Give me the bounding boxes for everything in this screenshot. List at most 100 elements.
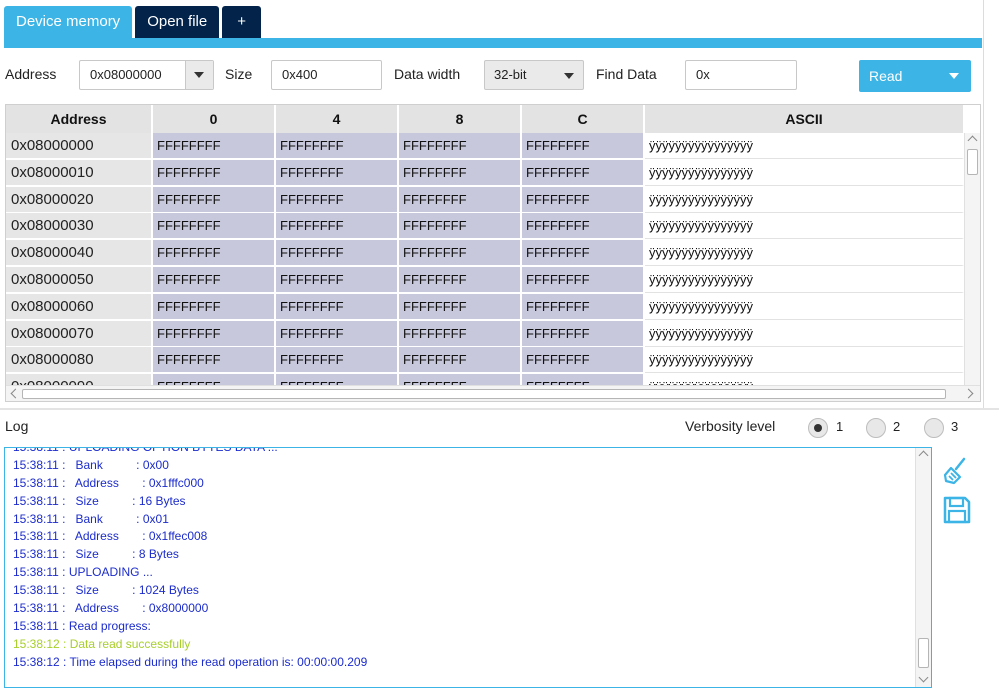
memory-cell[interactable]: FFFFFFFF	[153, 374, 276, 385]
verbosity-radio-2[interactable]	[866, 418, 886, 438]
memory-cell[interactable]: FFFFFFFF	[399, 159, 522, 186]
scroll-up-icon[interactable]	[918, 450, 929, 461]
memory-table-body: 0x08000000 FFFFFFFF FFFFFFFF FFFFFFFF FFFFFF…	[6, 133, 965, 385]
row-address[interactable]: 0x08000020	[6, 186, 153, 213]
scroll-right-icon[interactable]	[963, 388, 974, 399]
memory-cell[interactable]: FFFFFFFF	[276, 240, 399, 267]
ascii-cell: ÿÿÿÿÿÿÿÿÿÿÿÿÿÿÿÿ	[645, 320, 964, 347]
memory-cell[interactable]: FFFFFFFF	[522, 320, 645, 347]
data-width-select[interactable]: 32-bit	[484, 60, 584, 90]
scroll-thumb[interactable]	[967, 149, 978, 175]
memory-cell[interactable]: FFFFFFFF	[153, 213, 276, 240]
tab-open-file[interactable]: Open file	[135, 6, 220, 38]
memory-cell[interactable]: FFFFFFFF	[153, 159, 276, 186]
log-line: 15:38:11 : UPLOADING OPTION BYTES DATA .…	[13, 447, 278, 454]
memory-cell[interactable]: FFFFFFFF	[276, 133, 399, 159]
chevron-down-icon[interactable]	[949, 73, 959, 79]
memory-cell[interactable]: FFFFFFFF	[276, 320, 399, 347]
memory-vertical-scrollbar[interactable]	[964, 133, 980, 387]
memory-cell[interactable]: FFFFFFFF	[153, 240, 276, 267]
memory-cell[interactable]: FFFFFFFF	[276, 293, 399, 320]
memory-cell[interactable]: FFFFFFFF	[522, 240, 645, 267]
size-label: Size	[225, 66, 253, 82]
table-row: 0x08000000 FFFFFFFF FFFFFFFF FFFFFFFF FFFFFF…	[6, 133, 965, 160]
memory-cell[interactable]: FFFFFFFF	[276, 186, 399, 213]
log-output[interactable]: 15:38:11 : UPLOADING OPTION BYTES DATA .…	[4, 447, 932, 688]
memory-cell[interactable]: FFFFFFFF	[153, 186, 276, 213]
verbosity-option-1-label: 1	[836, 419, 844, 434]
find-data-label: Find Data	[596, 66, 657, 82]
memory-cell[interactable]: FFFFFFFF	[522, 266, 645, 293]
add-tab-button[interactable]: +	[222, 6, 261, 38]
ascii-cell: ÿÿÿÿÿÿÿÿÿÿÿÿÿÿÿÿ	[645, 374, 964, 385]
row-address[interactable]: 0x08000030	[6, 213, 153, 240]
memory-cell[interactable]: FFFFFFFF	[399, 320, 522, 347]
scroll-left-icon[interactable]	[10, 388, 21, 399]
memory-cell[interactable]: FFFFFFFF	[522, 159, 645, 186]
memory-cell[interactable]: FFFFFFFF	[276, 374, 399, 385]
verbosity-option-2-label: 2	[893, 419, 901, 434]
chevron-down-icon	[194, 72, 204, 78]
row-address[interactable]: 0x08000060	[6, 293, 153, 320]
log-line: 15:38:11 : UPLOADING ...	[13, 565, 153, 580]
row-address[interactable]: 0x08000080	[6, 347, 153, 374]
table-row: 0x08000010 FFFFFFFF FFFFFFFF FFFFFFFF FFFFFF…	[6, 159, 965, 187]
data-width-value: 32-bit	[494, 67, 527, 82]
table-row: 0x08000080 FFFFFFFF FFFFFFFF FFFFFFFF FFFFFF…	[6, 347, 965, 374]
row-address[interactable]: 0x08000000	[6, 133, 153, 159]
memory-cell[interactable]: FFFFFFFF	[153, 320, 276, 347]
memory-cell[interactable]: FFFFFFFF	[522, 133, 645, 159]
scroll-thumb[interactable]	[22, 389, 946, 399]
row-address[interactable]: 0x08000010	[6, 159, 153, 186]
memory-cell[interactable]: FFFFFFFF	[522, 213, 645, 240]
memory-cell[interactable]: FFFFFFFF	[522, 374, 645, 385]
memory-cell[interactable]: FFFFFFFF	[399, 293, 522, 320]
size-input[interactable]: 0x400	[271, 60, 382, 90]
memory-cell[interactable]: FFFFFFFF	[276, 347, 399, 374]
scroll-down-icon[interactable]	[918, 672, 929, 683]
memory-cell[interactable]: FFFFFFFF	[153, 266, 276, 293]
memory-cell[interactable]: FFFFFFFF	[399, 213, 522, 240]
scroll-up-icon[interactable]	[967, 135, 978, 146]
memory-cell[interactable]: FFFFFFFF	[399, 133, 522, 159]
memory-cell[interactable]: FFFFFFFF	[276, 159, 399, 186]
memory-cell[interactable]: FFFFFFFF	[399, 374, 522, 385]
tab-device-memory[interactable]: Device memory	[4, 6, 133, 38]
memory-cell[interactable]: FFFFFFFF	[276, 266, 399, 293]
broom-icon[interactable]	[942, 456, 972, 486]
ascii-cell: ÿÿÿÿÿÿÿÿÿÿÿÿÿÿÿÿ	[645, 213, 964, 240]
row-address[interactable]: 0x08000090	[6, 374, 153, 385]
read-button[interactable]: Read	[859, 60, 971, 92]
memory-cell[interactable]: FFFFFFFF	[153, 133, 276, 159]
memory-cell[interactable]: FFFFFFFF	[522, 347, 645, 374]
row-address[interactable]: 0x08000070	[6, 320, 153, 347]
table-row: 0x08000030 FFFFFFFF FFFFFFFF FFFFFFFF FFFFFF…	[6, 213, 965, 240]
table-row: 0x08000090FFFFFFFFFFFFFFFFFFFFFFFFFFFFFF…	[6, 374, 965, 385]
ascii-cell: ÿÿÿÿÿÿÿÿÿÿÿÿÿÿÿÿ	[645, 186, 964, 213]
log-lines: 15:38:11 : UPLOADING OPTION BYTES DATA .…	[13, 447, 913, 672]
memory-cell[interactable]: FFFFFFFF	[153, 293, 276, 320]
memory-cell[interactable]: FFFFFFFF	[522, 293, 645, 320]
memory-cell[interactable]: FFFFFFFF	[153, 347, 276, 374]
memory-cell[interactable]: FFFFFFFF	[276, 213, 399, 240]
verbosity-radio-1[interactable]	[808, 418, 828, 438]
verbosity-radio-3[interactable]	[924, 418, 944, 438]
log-vertical-scrollbar[interactable]	[915, 448, 931, 687]
memory-cell[interactable]: FFFFFFFF	[399, 347, 522, 374]
ascii-cell: ÿÿÿÿÿÿÿÿÿÿÿÿÿÿÿÿ	[645, 133, 964, 159]
memory-horizontal-scrollbar[interactable]	[6, 385, 980, 401]
log-line: 15:38:11 : Bank : 0x00	[13, 457, 169, 472]
row-address[interactable]: 0x08000050	[6, 266, 153, 293]
memory-cell[interactable]: FFFFFFFF	[399, 266, 522, 293]
panel-splitter[interactable]	[0, 408, 999, 410]
row-address[interactable]: 0x08000040	[6, 240, 153, 267]
log-label: Log	[5, 418, 29, 434]
find-data-input[interactable]: 0x	[685, 60, 797, 90]
memory-cell[interactable]: FFFFFFFF	[399, 186, 522, 213]
address-combobox[interactable]: 0x08000000	[79, 60, 214, 90]
memory-cell[interactable]: FFFFFFFF	[399, 240, 522, 267]
memory-cell[interactable]: FFFFFFFF	[522, 186, 645, 213]
scroll-thumb[interactable]	[918, 638, 929, 668]
save-icon[interactable]	[942, 495, 972, 525]
address-dropdown-button[interactable]	[185, 61, 213, 89]
